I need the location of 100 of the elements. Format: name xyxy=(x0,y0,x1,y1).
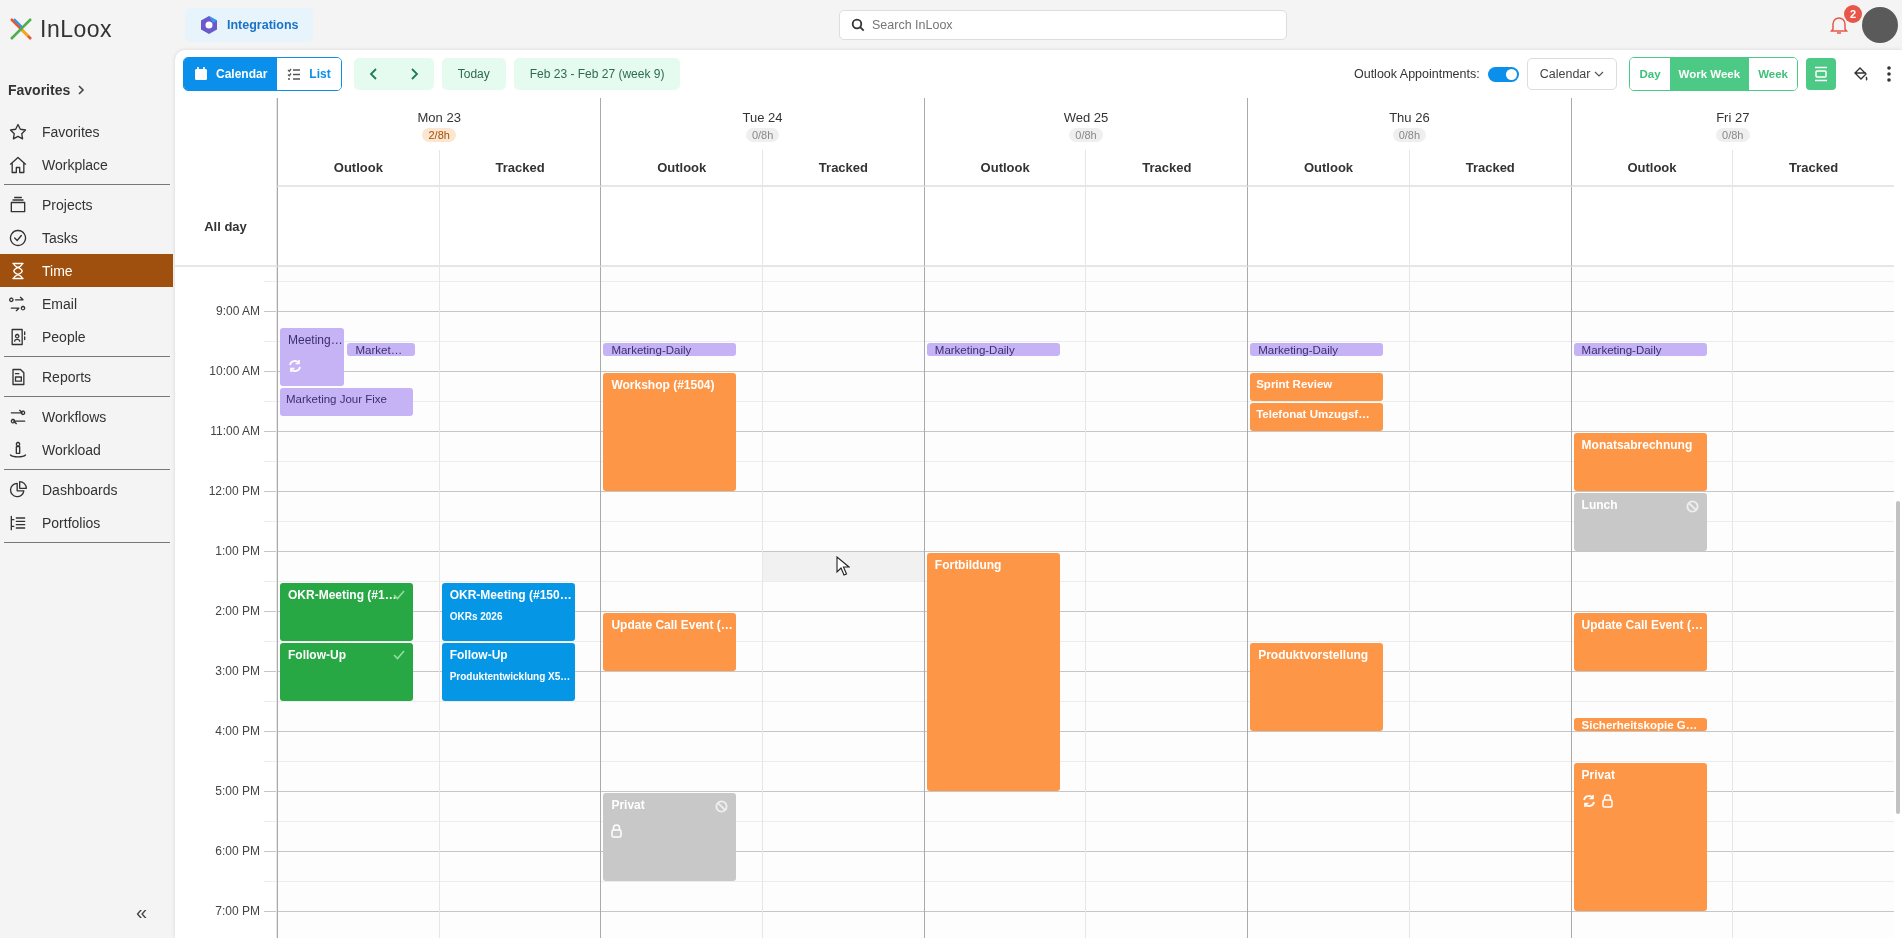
person-pin-icon xyxy=(8,439,28,460)
calendar-column[interactable]: Meeting… Market… Marketing Jour Fixe OKR-Meeting (#1… Follow-Up xyxy=(277,267,439,938)
calendar-column[interactable] xyxy=(1732,267,1894,938)
calendar-icon xyxy=(194,67,208,81)
column-header: Outlook xyxy=(1247,150,1409,187)
time-label: 4:00 PM xyxy=(215,724,260,738)
column-header: Tracked xyxy=(762,150,924,187)
date-range-button[interactable]: Feb 23 - Feb 27 (week 9) xyxy=(513,58,681,90)
nav-item[interactable]: People xyxy=(0,320,173,353)
time-label: 6:00 PM xyxy=(215,844,260,858)
calendar-column[interactable]: Marketing-Daily Fortbildung xyxy=(923,267,1086,938)
day-label: Tue 24 xyxy=(742,110,783,125)
calendar-column[interactable] xyxy=(1408,267,1571,938)
hours-badge: 0/8h xyxy=(1716,128,1750,142)
calendar-column[interactable] xyxy=(1085,267,1248,938)
hours-badge: 0/8h xyxy=(1069,128,1103,142)
calendar-event[interactable]: OKR-Meeting (#150… OKRs 2026 xyxy=(441,583,575,641)
fit-button[interactable] xyxy=(1806,58,1836,90)
house-icon xyxy=(8,154,28,175)
nav-item[interactable]: Workflows xyxy=(0,400,173,433)
time-label: 5:00 PM xyxy=(215,784,260,798)
day-label: Wed 25 xyxy=(1063,110,1109,125)
day-label: Fri 27 xyxy=(1716,110,1750,125)
time-label: 11:00 AM xyxy=(210,424,260,438)
time-label: 12:00 PM xyxy=(208,484,260,498)
calendar-event[interactable]: Follow-Up Produktentwicklung X5… xyxy=(441,643,575,701)
chevron-right-icon xyxy=(408,67,419,81)
calendar-column[interactable]: Marketing-Daily Sprint Review Telefonat Umzugsf… Produktvorstellung xyxy=(1247,267,1409,938)
column-header: Tracked xyxy=(1408,150,1571,187)
hours-badge: 2/8h xyxy=(422,128,456,142)
star-icon xyxy=(8,121,28,142)
favorites-header[interactable]: Favorites xyxy=(8,82,87,98)
column-header: Outlook xyxy=(600,150,763,187)
nav-item[interactable]: Tasks xyxy=(0,221,173,254)
refresh-icon xyxy=(288,359,302,373)
time-label: 7:00 PM xyxy=(215,904,260,918)
calendar-dropdown[interactable]: Calendar xyxy=(1526,58,1618,90)
search-icon xyxy=(851,18,865,32)
outlook-toggle[interactable] xyxy=(1487,66,1519,82)
lock-icon xyxy=(611,824,623,838)
bell-icon[interactable] xyxy=(1830,15,1848,35)
column-header: Tracked xyxy=(438,150,601,187)
nav-item[interactable]: Reports xyxy=(0,360,173,393)
column-header: Outlook xyxy=(1570,150,1733,187)
logo-icon xyxy=(8,16,34,42)
notification-badge: 2 xyxy=(1844,5,1862,23)
time-label: 9:00 AM xyxy=(215,304,260,318)
logo-text: InLoox xyxy=(40,15,113,43)
nav-item[interactable]: Favorites xyxy=(0,115,173,148)
nav-item[interactable]: Dashboards xyxy=(0,473,173,506)
more-icon[interactable] xyxy=(1886,65,1892,83)
lock-icon xyxy=(1601,794,1613,808)
scrollbar-thumb[interactable] xyxy=(1896,501,1900,814)
all-day-label: All day xyxy=(175,187,277,267)
hexagon-icon xyxy=(199,15,219,35)
nav-item[interactable]: Email xyxy=(0,287,173,320)
calendar-event[interactable]: Marketing-Daily xyxy=(603,343,737,356)
nav-item[interactable]: Workload xyxy=(0,433,173,466)
view-tab[interactable]: Calendar xyxy=(184,58,278,90)
time-label: 3:00 PM xyxy=(215,664,260,678)
chevron-left-icon xyxy=(368,67,379,81)
calendar-event[interactable]: Market… xyxy=(347,343,415,356)
cursor-icon xyxy=(836,556,851,576)
nav-item[interactable]: Time xyxy=(0,254,173,287)
time-label: 10:00 AM xyxy=(209,364,260,378)
fit-icon xyxy=(1813,66,1829,82)
refresh-icon xyxy=(1581,794,1596,808)
column-header: Tracked xyxy=(1085,150,1248,187)
calendar-event[interactable]: Meeting… xyxy=(280,328,345,386)
day-label: Thu 26 xyxy=(1389,110,1430,125)
chevron-right-icon xyxy=(76,84,87,96)
collapse-button[interactable]: « xyxy=(135,901,147,924)
nav-item[interactable]: Workplace xyxy=(0,148,173,181)
integrations-button[interactable]: Integrations xyxy=(185,8,313,42)
blocked-icon xyxy=(715,800,729,813)
checkmark-icon xyxy=(392,650,405,660)
paint-bucket-icon[interactable] xyxy=(1852,65,1870,83)
time-label: 1:00 PM xyxy=(215,544,260,558)
column-header: Tracked xyxy=(1732,150,1894,187)
nav-item[interactable]: Portfolios xyxy=(0,506,173,539)
day-label: Mon 23 xyxy=(417,110,461,125)
calendar-event[interactable]: Marketing-Daily xyxy=(1573,343,1707,356)
search-field[interactable]: Search InLoox xyxy=(839,10,1287,40)
calendar-event[interactable]: Marketing-Daily xyxy=(926,343,1060,356)
hours-badge: 0/8h xyxy=(745,128,780,142)
calendar-event[interactable]: Marketing-Daily xyxy=(1250,343,1384,356)
hovered-slot[interactable] xyxy=(763,552,924,581)
calendar-column[interactable] xyxy=(762,267,924,938)
calendar-column[interactable]: OKR-Meeting (#150… OKRs 2026 Follow-Up Produktentwicklung X5… xyxy=(438,267,601,938)
time-label: 2:00 PM xyxy=(215,604,260,618)
checklist-icon xyxy=(287,67,302,81)
pie-chart-icon xyxy=(8,479,28,500)
outlook-appointments-label: Outlook Appointments: xyxy=(1353,67,1480,81)
calendar-event[interactable]: Marketing Jour Fixe xyxy=(280,388,413,416)
avatar[interactable] xyxy=(1862,7,1898,43)
nav-item[interactable]: Projects xyxy=(0,188,173,221)
today-button[interactable]: Today xyxy=(441,58,506,90)
column-header: Outlook xyxy=(277,150,439,187)
blocked-icon xyxy=(1685,500,1699,513)
column-header: Outlook xyxy=(923,150,1086,187)
